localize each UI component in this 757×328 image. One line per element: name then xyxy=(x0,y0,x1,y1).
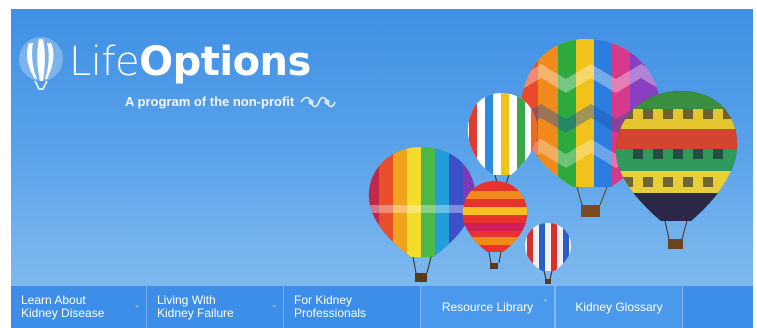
nav-item-label: For Kidney Professionals xyxy=(294,294,366,320)
chevron-down-icon[interactable]: ˇ xyxy=(273,304,276,317)
nav-label-line2: Kidney Disease xyxy=(21,306,105,320)
chevron-down-icon[interactable]: ˇ xyxy=(544,298,547,311)
logo-name-light: Life xyxy=(69,39,140,85)
nav-item-label: Resource Library xyxy=(441,299,534,314)
nav-item-label: Living With Kidney Failure xyxy=(157,294,234,320)
nav-item-label: Learn About Kidney Disease xyxy=(21,294,104,320)
balloon-logo-icon xyxy=(19,37,63,90)
nav-label-line2: Kidney Failure xyxy=(157,306,234,320)
nav-item-for-kidney-professionals[interactable]: For Kidney Professionals xyxy=(284,286,420,328)
swirl-logo-icon xyxy=(300,96,336,107)
nav-label-line2: Professionals xyxy=(294,306,367,320)
hero-banner: LifeOptions A program of the non-profit … xyxy=(11,9,753,328)
nav-item-resource-library[interactable]: Resource Library ˇ xyxy=(420,286,555,328)
main-nav: Learn About Kidney Disease ˇ Living With… xyxy=(11,286,753,328)
nav-item-label: Kidney Glossary xyxy=(575,299,663,314)
tagline-text: A program of the non-profit xyxy=(125,94,295,109)
nav-item-kidney-glossary[interactable]: Kidney Glossary xyxy=(555,286,683,328)
nav-item-living-with-kidney-failure[interactable]: Living With Kidney Failure ˇ xyxy=(147,286,283,328)
logo-wordmark: LifeOptions xyxy=(69,39,311,85)
tagline: A program of the non-profit xyxy=(125,94,336,109)
chevron-down-icon[interactable]: ˇ xyxy=(136,304,139,317)
nav-item-learn-about-kidney-disease[interactable]: Learn About Kidney Disease ˇ xyxy=(11,286,146,328)
logo-name-bold: Options xyxy=(139,39,311,85)
